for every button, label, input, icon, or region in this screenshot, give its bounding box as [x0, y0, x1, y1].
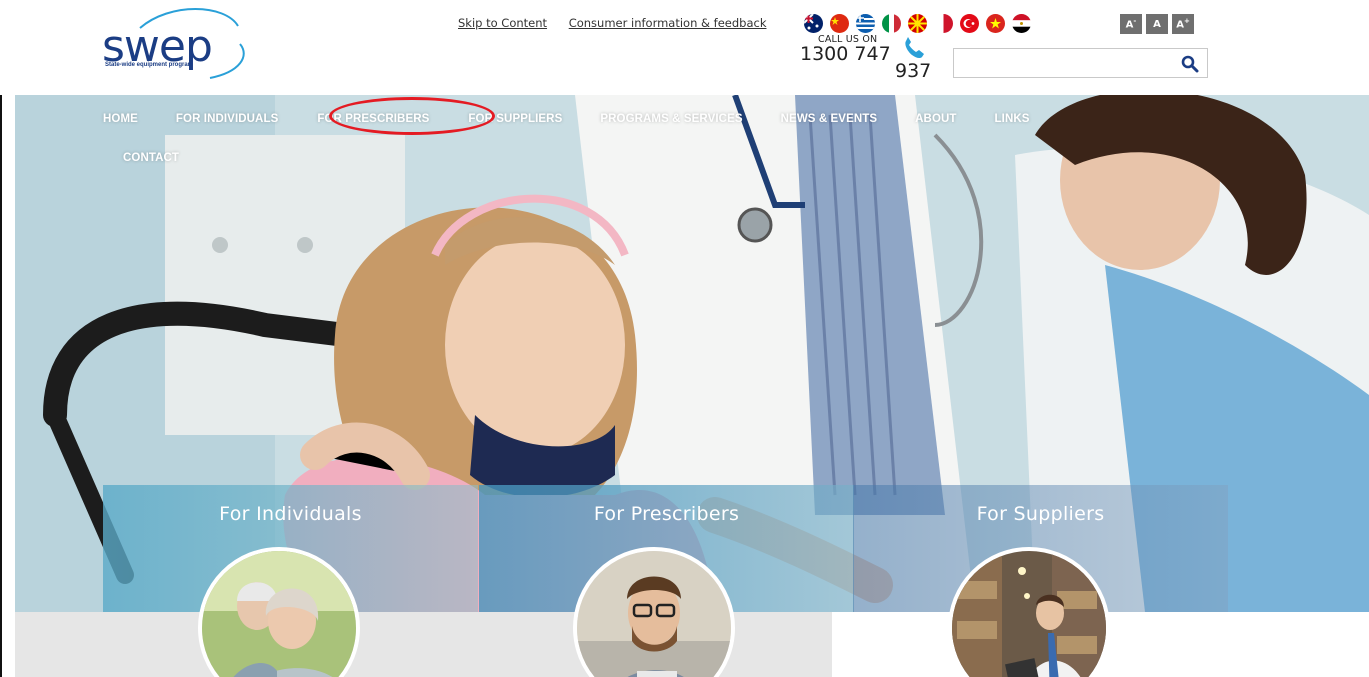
- increase-font-button[interactable]: A+: [1172, 14, 1194, 34]
- logo-tagline: State-wide equipment program: [105, 62, 194, 68]
- nav-item-programs-services[interactable]: PROGRAMS & SERVICES: [600, 113, 742, 125]
- suppliers-avatar[interactable]: [948, 547, 1110, 677]
- turkey-flag-icon[interactable]: [960, 14, 979, 33]
- nav-item-home[interactable]: HOME: [103, 113, 138, 125]
- tile-title-prescribers: For Prescribers: [593, 503, 740, 525]
- main-navigation: HOME FOR INDIVIDUALS FOR PRESCRIBERS FOR…: [103, 109, 1203, 168]
- phone-number-part1: 1300 747: [800, 43, 891, 65]
- china-flag-icon[interactable]: [830, 14, 849, 33]
- swep-logo[interactable]: swep State-wide equipment program: [100, 6, 275, 82]
- nav-item-links[interactable]: LINKS: [995, 113, 1030, 125]
- call-us-block[interactable]: CALL US ON 1300 747 937: [800, 33, 940, 83]
- nav-row-1: HOME FOR INDIVIDUALS FOR PRESCRIBERS FOR…: [103, 109, 1203, 129]
- site-header: swep State-wide equipment program Skip t…: [0, 0, 1369, 95]
- search-input[interactable]: [954, 49, 1172, 77]
- normal-font-button[interactable]: A: [1146, 14, 1168, 34]
- search-box: [953, 48, 1208, 78]
- phone-icon: [900, 35, 926, 66]
- italy-flag-icon[interactable]: [882, 14, 901, 33]
- search-icon[interactable]: [1181, 55, 1199, 78]
- nav-row-2: CONTACT: [103, 148, 1203, 168]
- decrease-font-button[interactable]: A-: [1120, 14, 1142, 34]
- greece-flag-icon[interactable]: [856, 14, 875, 33]
- individuals-avatar[interactable]: [198, 547, 360, 677]
- nav-item-for-prescribers[interactable]: FOR PRESCRIBERS: [317, 113, 429, 125]
- malta-flag-icon[interactable]: [934, 14, 953, 33]
- vietnam-flag-icon[interactable]: [986, 14, 1005, 33]
- utility-links: Skip to Content Consumer information & f…: [458, 16, 784, 30]
- prescribers-avatar[interactable]: [573, 547, 735, 677]
- nav-item-news-events[interactable]: NEWS & EVENTS: [781, 113, 878, 125]
- font-size-controls: A- A A+: [1120, 14, 1194, 34]
- nav-item-contact[interactable]: CONTACT: [123, 152, 179, 164]
- skip-to-content-link[interactable]: Skip to Content: [458, 16, 547, 30]
- macedonia-flag-icon[interactable]: [908, 14, 927, 33]
- egypt-flag-icon[interactable]: [1012, 14, 1031, 33]
- tile-title-suppliers: For Suppliers: [976, 503, 1105, 525]
- consumer-feedback-link[interactable]: Consumer information & feedback: [569, 16, 767, 30]
- language-flags: [804, 14, 1031, 33]
- nav-item-for-individuals[interactable]: FOR INDIVIDUALS: [176, 113, 278, 125]
- nav-item-for-suppliers[interactable]: FOR SUPPLIERS: [468, 113, 562, 125]
- nav-item-about[interactable]: ABOUT: [915, 113, 956, 125]
- tile-title-individuals: For Individuals: [219, 503, 362, 525]
- australia-flag-icon[interactable]: [804, 14, 823, 33]
- window-edge: [0, 0, 2, 677]
